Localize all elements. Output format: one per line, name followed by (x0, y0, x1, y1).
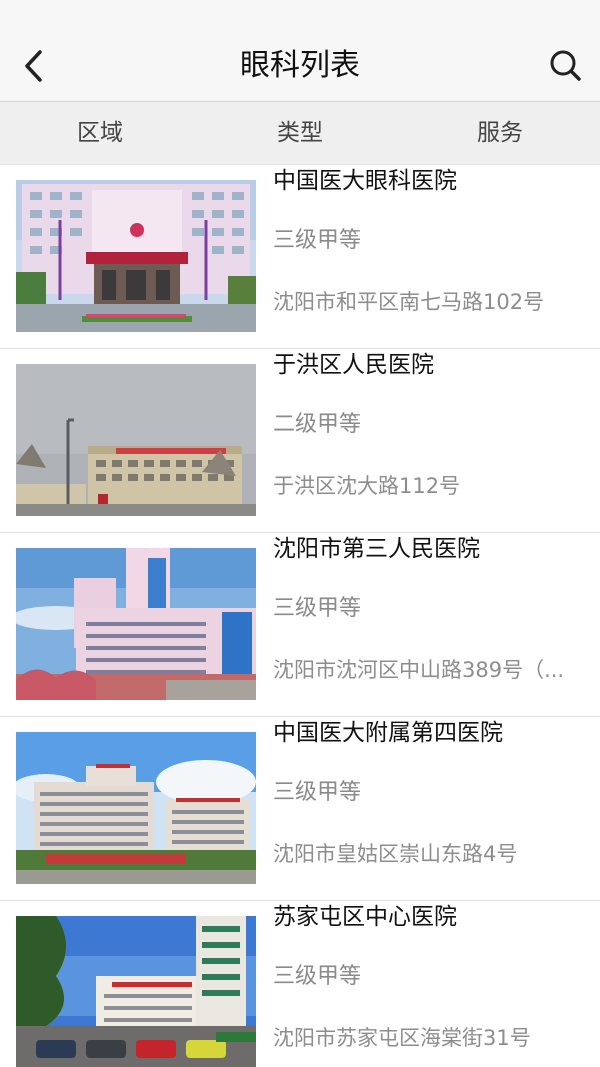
hospital-address: 沈阳市苏家屯区海棠街31号 (273, 1026, 531, 1050)
app-screen: 眼科列表 区域 类型 服务 中国医大眼科医院 三级甲等 沈阳市和平区南七马路10… (0, 0, 600, 1067)
hospital-name: 于洪区人民医院 (273, 352, 434, 378)
hospital-photo (16, 364, 256, 516)
hospital-name: 苏家屯区中心医院 (273, 904, 457, 930)
filter-tab-service[interactable]: 服务 (400, 102, 600, 164)
hospital-level: 二级甲等 (273, 412, 362, 437)
hospital-photo (16, 548, 256, 700)
filter-tab-type[interactable]: 类型 (200, 102, 400, 164)
hospital-level: 三级甲等 (273, 780, 362, 805)
hospital-list: 中国医大眼科医院 三级甲等 沈阳市和平区南七马路102号 于洪区人民医院 二级甲… (0, 165, 600, 1067)
hospital-name: 中国医大眼科医院 (273, 168, 457, 194)
hospital-photo (16, 916, 256, 1067)
hospital-level: 三级甲等 (273, 964, 362, 989)
hospital-address: 沈阳市和平区南七马路102号 (273, 290, 545, 314)
hospital-list-item[interactable]: 沈阳市第三人民医院 三级甲等 沈阳市沈河区中山路389号（... (0, 533, 600, 717)
hospital-level: 三级甲等 (273, 228, 362, 253)
hospital-address: 沈阳市皇姑区崇山东路4号 (273, 842, 518, 866)
status-bar (0, 0, 600, 30)
filter-bar: 区域 类型 服务 (0, 102, 600, 165)
filter-tab-region[interactable]: 区域 (0, 102, 200, 164)
hospital-level: 三级甲等 (273, 596, 362, 621)
hospital-name: 中国医大附属第四医院 (273, 720, 503, 746)
hospital-list-item[interactable]: 苏家屯区中心医院 三级甲等 沈阳市苏家屯区海棠街31号 (0, 901, 600, 1067)
hospital-photo (16, 732, 256, 884)
hospital-address: 沈阳市沈河区中山路389号（... (273, 658, 565, 682)
hospital-list-item[interactable]: 中国医大附属第四医院 三级甲等 沈阳市皇姑区崇山东路4号 (0, 717, 600, 901)
hospital-address: 于洪区沈大路112号 (273, 474, 461, 498)
hospital-photo (16, 180, 256, 332)
hospital-list-item[interactable]: 于洪区人民医院 二级甲等 于洪区沈大路112号 (0, 349, 600, 533)
page-title: 眼科列表 (240, 48, 360, 83)
search-icon (550, 50, 581, 81)
hospital-name: 沈阳市第三人民医院 (273, 536, 480, 562)
nav-bar: 眼科列表 (0, 30, 600, 102)
search-button[interactable] (546, 46, 586, 86)
hospital-list-item[interactable]: 中国医大眼科医院 三级甲等 沈阳市和平区南七马路102号 (0, 165, 600, 349)
